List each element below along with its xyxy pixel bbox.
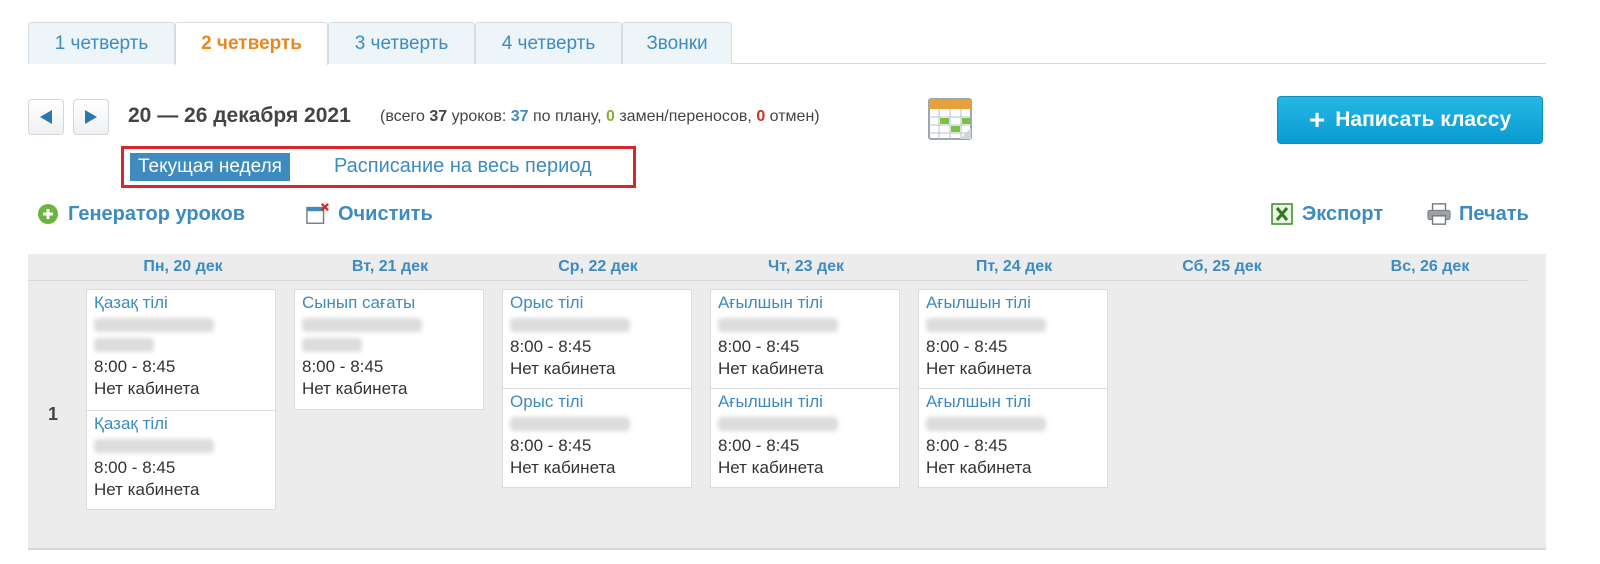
week-stats: (всего 37 уроков: 37 по плану, 0 замен/п…: [380, 108, 820, 125]
redacted-teacher: [718, 318, 838, 332]
day-header: Вс, 26 дек: [1390, 258, 1470, 275]
lesson-time: 8:00 - 8:45: [94, 458, 176, 477]
tab-quarter-4[interactable]: 4 четверть: [475, 22, 622, 64]
lesson-card[interactable]: Қазақ тілі 8:00 - 8:45 Нет кабинета: [86, 410, 276, 510]
week-range: 20 — 26 декабря 2021: [128, 104, 351, 127]
lesson-time: 8:00 - 8:45: [302, 357, 384, 376]
day-header: Ср, 22 дек: [558, 258, 638, 275]
tab-quarter-2[interactable]: 2 четверть: [175, 22, 328, 65]
redacted-teacher: [926, 318, 1046, 332]
arrow-left-icon: [40, 110, 52, 124]
lesson-time: 8:00 - 8:45: [510, 436, 592, 455]
lesson-card[interactable]: Орыс тілі 8:00 - 8:45 Нет кабинета: [502, 289, 692, 389]
day-header: Вт, 21 дек: [351, 258, 429, 275]
lesson-room: Нет кабинета: [510, 359, 616, 378]
view-full-period[interactable]: Расписание на весь период: [334, 155, 592, 178]
tab-bells[interactable]: Звонки: [622, 22, 732, 64]
export-link[interactable]: Экспорт: [1270, 200, 1383, 228]
write-to-class-label: Написать классу: [1335, 108, 1512, 131]
lesson-subject[interactable]: Ағылшын тілі: [718, 292, 892, 314]
add-circle-icon: [36, 202, 60, 226]
lesson-subject[interactable]: Ағылшын тілі: [718, 391, 892, 413]
day-header: Сб, 25 дек: [1182, 258, 1262, 275]
lesson-generator-link[interactable]: Генератор уроков: [36, 200, 245, 228]
lesson-room: Нет кабинета: [926, 359, 1032, 378]
lesson-card[interactable]: Қазақ тілі 8:00 - 8:45 Нет кабинета: [86, 289, 276, 411]
prev-week-button[interactable]: [28, 99, 64, 135]
clear-link[interactable]: Очистить: [306, 200, 433, 228]
redacted-teacher: [510, 417, 630, 431]
lesson-subject[interactable]: Орыс тілі: [510, 391, 684, 413]
cancellation-count: 0: [756, 108, 766, 125]
day-header: Пт, 24 дек: [975, 258, 1053, 275]
lesson-card[interactable]: Ағылшын тілі 8:00 - 8:45 Нет кабинета: [918, 388, 1108, 488]
total-lessons: 37: [429, 108, 448, 125]
lesson-card[interactable]: Ағылшын тілі 8:00 - 8:45 Нет кабинета: [918, 289, 1108, 389]
lesson-time: 8:00 - 8:45: [718, 337, 800, 356]
grid-bottom-border: [28, 548, 1546, 550]
calendar-icon[interactable]: [926, 95, 976, 145]
redacted-teacher: [926, 417, 1046, 431]
lesson-time: 8:00 - 8:45: [510, 337, 592, 356]
clear-calendar-icon: [306, 202, 330, 226]
lesson-time: 8:00 - 8:45: [94, 357, 176, 376]
lesson-time: 8:00 - 8:45: [926, 337, 1008, 356]
quarter-tabs: 1 четверть 2 четверть 3 четверть 4 четве…: [28, 22, 1546, 65]
next-week-button[interactable]: [73, 99, 109, 135]
lesson-subject[interactable]: Қазақ тілі: [94, 413, 268, 435]
printer-icon: [1427, 202, 1451, 226]
lesson-subject[interactable]: Ағылшын тілі: [926, 391, 1100, 413]
lesson-subject[interactable]: Қазақ тілі: [94, 292, 268, 314]
excel-icon: [1270, 202, 1294, 226]
lesson-time: 8:00 - 8:45: [926, 436, 1008, 455]
view-current-week[interactable]: Текущая неделя: [130, 153, 290, 181]
write-to-class-button[interactable]: + Написать классу: [1277, 96, 1543, 144]
lesson-room: Нет кабинета: [510, 458, 616, 477]
lesson-room: Нет кабинета: [718, 359, 824, 378]
lesson-room: Нет кабинета: [718, 458, 824, 477]
lesson-row-number: 1: [48, 404, 59, 424]
lesson-subject[interactable]: Ағылшын тілі: [926, 292, 1100, 314]
redacted-teacher: [94, 318, 214, 332]
substitution-count: 0: [605, 108, 615, 125]
lesson-card[interactable]: Орыс тілі 8:00 - 8:45 Нет кабинета: [502, 388, 692, 488]
planned-count: 37: [510, 108, 529, 125]
day-headers: Пн, 20 дек Вт, 21 дек Ср, 22 дек Чт, 23 …: [28, 254, 1528, 281]
lesson-subject[interactable]: Сынып сағаты: [302, 292, 476, 314]
redacted-info: [94, 338, 154, 352]
lesson-subject[interactable]: Орыс тілі: [510, 292, 684, 314]
lesson-time: 8:00 - 8:45: [718, 436, 800, 455]
lesson-room: Нет кабинета: [926, 458, 1032, 477]
lesson-room: Нет кабинета: [302, 379, 408, 398]
print-link[interactable]: Печать: [1427, 200, 1529, 228]
redacted-info: [302, 338, 362, 352]
redacted-teacher: [510, 318, 630, 332]
arrow-right-icon: [85, 110, 97, 124]
day-header: Пн, 20 дек: [143, 258, 223, 275]
lesson-room: Нет кабинета: [94, 379, 200, 398]
redacted-teacher: [302, 318, 422, 332]
redacted-teacher: [94, 439, 214, 453]
plus-icon: +: [1308, 104, 1326, 135]
tab-quarter-3[interactable]: 3 четверть: [328, 22, 475, 64]
day-header: Чт, 23 дек: [767, 258, 845, 275]
redacted-teacher: [718, 417, 838, 431]
tab-quarter-1[interactable]: 1 четверть: [28, 22, 175, 64]
lesson-card[interactable]: Сынып сағаты 8:00 - 8:45 Нет кабинета: [294, 289, 484, 410]
lesson-card[interactable]: Ағылшын тілі 8:00 - 8:45 Нет кабинета: [710, 289, 900, 389]
lesson-room: Нет кабинета: [94, 480, 200, 499]
lesson-card[interactable]: Ағылшын тілі 8:00 - 8:45 Нет кабинета: [710, 388, 900, 488]
